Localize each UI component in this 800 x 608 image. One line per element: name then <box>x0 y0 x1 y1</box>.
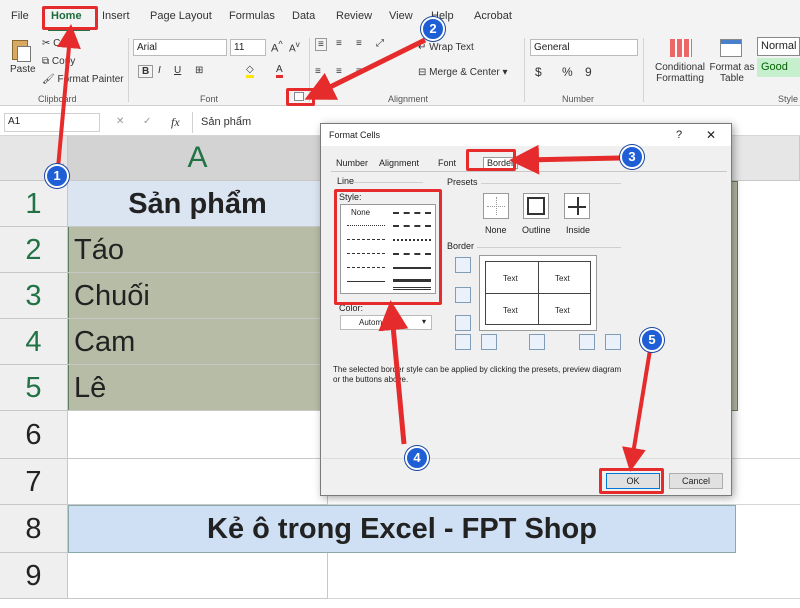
step-marker-4: 4 <box>405 446 429 470</box>
step-marker-5: 5 <box>640 328 664 352</box>
arrow-to-line-style <box>378 300 409 445</box>
arrow-to-border-tab <box>509 144 621 175</box>
step-marker-1: 1 <box>45 164 69 188</box>
step-marker-3: 3 <box>620 145 644 169</box>
arrow-to-home <box>56 24 81 169</box>
step-marker-2: 2 <box>421 17 445 41</box>
annotation-arrows <box>56 24 652 472</box>
arrow-to-launcher <box>304 37 427 100</box>
arrow-to-ok <box>622 349 652 472</box>
